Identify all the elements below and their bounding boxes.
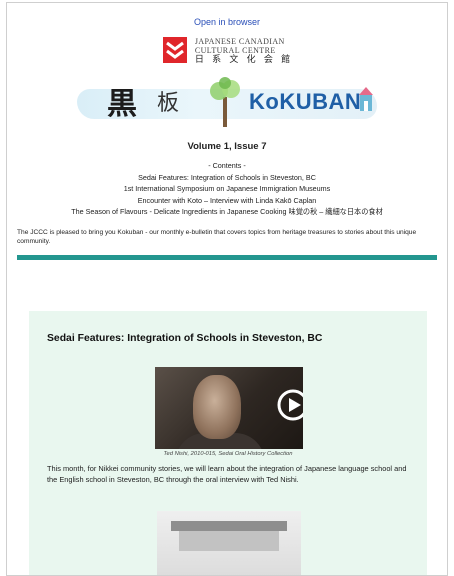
feature-body: This month, for Nikkei community stories… <box>47 464 407 484</box>
feature-title: Sedai Features: Integration of Schools i… <box>47 333 323 344</box>
banner-kanji-2: 板 <box>157 91 180 116</box>
open-in-browser-link[interactable]: Open in browser <box>7 17 447 27</box>
contents-list: - Contents - Sedai Features: Integration… <box>7 160 447 218</box>
issue-volume: Volume 1, Issue 7 <box>187 141 267 152</box>
logo-line-1: JAPANESE CANADIAN <box>194 36 285 46</box>
tree-icon <box>210 77 240 127</box>
banner-kanji: 黒 <box>107 87 137 122</box>
contents-item[interactable]: Encounter with Koto – Interview with Lin… <box>7 195 447 207</box>
jccc-logo[interactable]: JAPANESE CANADIAN CULTURAL CENTRE 日 系 文 … <box>7 35 447 65</box>
video-caption: Ted Nishi, 2010-015, Sedai Oral History … <box>163 451 293 457</box>
logo-wordmark: JAPANESE CANADIAN CULTURAL CENTRE 日 系 文 … <box>195 37 293 64</box>
banner-wordmark: KoKUBAN <box>249 89 362 114</box>
photo-wall <box>179 531 279 551</box>
photo-roof <box>171 521 287 531</box>
school-photo <box>157 511 301 575</box>
feature-panel: Sedai Features: Integration of Schools i… <box>29 311 427 575</box>
video-face <box>193 375 241 439</box>
feature-video[interactable] <box>155 367 303 449</box>
play-icon[interactable] <box>277 389 303 421</box>
house-icon <box>359 87 373 111</box>
logo-line-3: 日 系 文 化 会 館 <box>194 53 294 64</box>
contents-item[interactable]: 1st International Symposium on Japanese … <box>7 183 447 195</box>
intro-text: The JCCC is pleased to bring you Kokuban… <box>17 228 417 246</box>
kokuban-banner: 黒 板 KoKUBAN <box>77 71 377 133</box>
jccc-logo-icon <box>162 37 187 63</box>
contents-item[interactable]: The Season of Flavours - Delicate Ingred… <box>7 206 447 218</box>
contents-heading: - Contents - <box>208 161 246 170</box>
contents-item[interactable]: Sedai Features: Integration of Schools i… <box>7 172 447 184</box>
email-frame: Open in browser JAPANESE CANADIAN CULTUR… <box>6 2 448 576</box>
section-divider <box>17 254 437 260</box>
